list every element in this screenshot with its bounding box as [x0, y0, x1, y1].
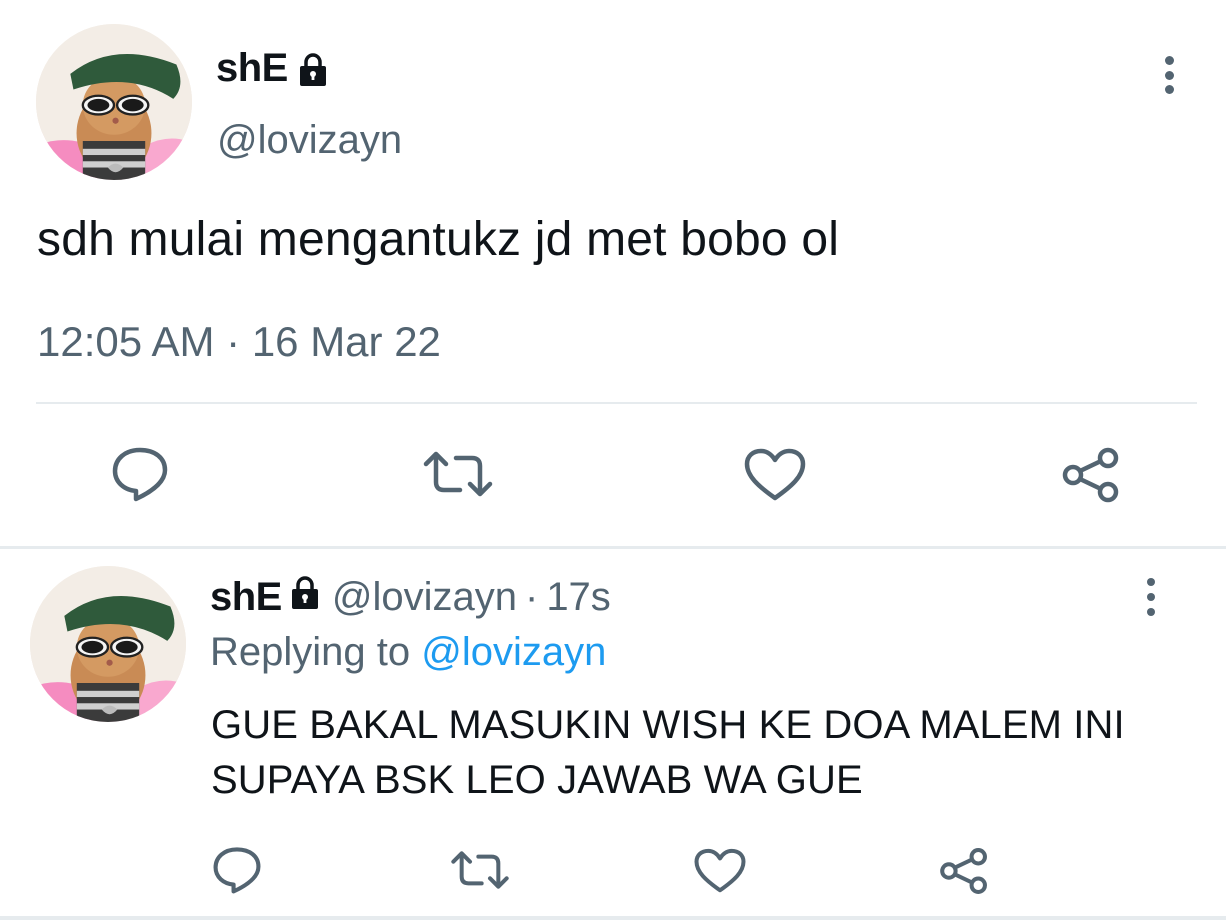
replying-to-mention[interactable]: @lovizayn: [421, 630, 606, 674]
reply-header: shE @lovizayn · 17s: [210, 575, 611, 620]
retweet-icon[interactable]: [450, 848, 510, 892]
retweet-icon[interactable]: [422, 448, 494, 500]
lock-icon: [290, 575, 320, 620]
reply-avatar[interactable]: [30, 566, 186, 722]
cat-avatar-image: [36, 24, 192, 180]
divider: [36, 402, 1197, 404]
tweet-timestamp[interactable]: 12:05 AM · 16 Mar 22: [37, 318, 441, 366]
cat-avatar-image: [30, 566, 186, 722]
tweet-thread-page: shE @lovizayn sdh mulai mengantukz jd me…: [0, 0, 1226, 920]
share-icon[interactable]: [938, 846, 990, 896]
handle[interactable]: @lovizayn: [217, 118, 402, 163]
heart-icon[interactable]: [744, 448, 806, 502]
tweet-text: sdh mulai mengantukz jd met bobo ol: [37, 213, 840, 266]
reply-text: GUE BAKAL MASUKIN WISH KE DOA MALEM INI …: [211, 703, 1125, 802]
lock-icon: [298, 52, 328, 86]
more-vertical-icon[interactable]: [1132, 578, 1170, 616]
tweet-date: 16 Mar 22: [251, 318, 441, 365]
heart-icon[interactable]: [694, 848, 746, 894]
display-name-row: shE: [216, 46, 328, 91]
reply-icon[interactable]: [110, 446, 170, 502]
reply-display-name[interactable]: shE: [210, 575, 282, 620]
reply-icon[interactable]: [212, 846, 262, 894]
reply-handle[interactable]: @lovizayn: [332, 575, 517, 620]
meta-separator: ·: [226, 318, 241, 365]
display-name[interactable]: shE: [216, 46, 288, 91]
more-vertical-icon[interactable]: [1150, 54, 1188, 96]
avatar[interactable]: [36, 24, 192, 180]
reply-age[interactable]: 17s: [546, 575, 611, 620]
tweet-time: 12:05 AM: [37, 318, 215, 365]
divider: [0, 916, 1226, 920]
replying-to-line: Replying to @lovizayn: [210, 630, 606, 675]
section-divider: [0, 546, 1226, 549]
meta-separator: ·: [524, 575, 539, 619]
replying-to-label: Replying to: [210, 630, 411, 674]
share-icon[interactable]: [1060, 446, 1122, 504]
